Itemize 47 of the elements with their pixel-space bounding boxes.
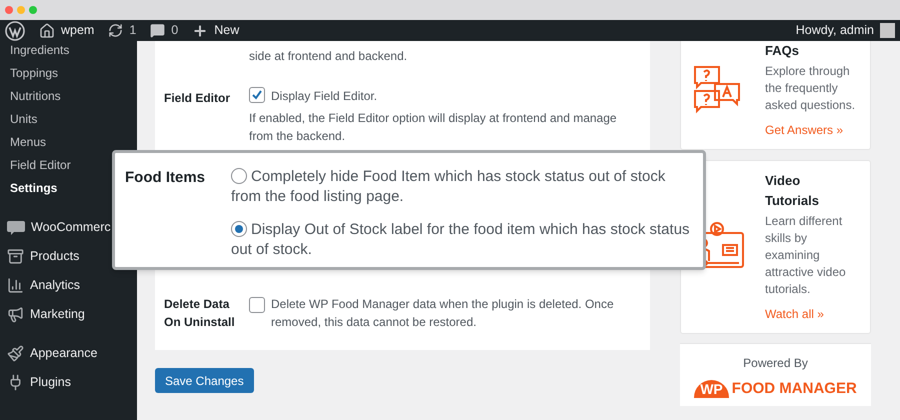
menu-item[interactable]: Plugins — [30, 373, 71, 392]
admin-bar-link[interactable]: 0 — [171, 21, 178, 40]
menu-item[interactable]: Marketing — [30, 305, 85, 324]
radio-button[interactable] — [231, 220, 247, 237]
menu-item[interactable]: Analytics — [30, 276, 80, 295]
save-changes-button[interactable]: Save Changes — [155, 368, 254, 393]
field-label: Delete Data On Uninstall — [164, 296, 236, 331]
card-title: Video Tutorials — [765, 172, 820, 210]
greeting[interactable]: Howdy, admin — [796, 21, 874, 40]
submenu-item[interactable]: Menus — [10, 133, 137, 151]
menu-item[interactable]: WooCommerc — [31, 218, 111, 237]
submenu-item[interactable]: Ingredients — [10, 41, 137, 59]
menu-item[interactable]: Products — [30, 247, 80, 266]
logo-text: FOOD MANAGER — [732, 380, 857, 398]
archive-icon — [7, 248, 24, 265]
radio-button[interactable] — [231, 168, 247, 184]
admin-bar-link[interactable]: New — [214, 21, 240, 40]
field-label: Field Editor — [164, 90, 231, 107]
card-title: FAQs — [765, 42, 800, 60]
radio-option[interactable]: Display Out of Stock label for the food item which has stock status out of stock. — [231, 220, 691, 260]
checkbox-label: Display Field Editor. — [271, 88, 378, 105]
wordpress-logo-icon[interactable] — [5, 20, 25, 40]
paintbrush-icon — [7, 345, 24, 362]
submenu-item[interactable]: Nutritions — [10, 87, 137, 105]
description: If enabled, the Field Editor option will display at frontend and manage from the backend. — [249, 110, 618, 145]
card-text: Learn different skills by examining attractive video tutorials. — [765, 213, 847, 298]
comment-icon — [150, 23, 166, 38]
radio-option[interactable]: Completely hide Food Item which has stock status out of stock from the food listing page. — [231, 167, 691, 207]
card-text: Explore through the frequently asked questions. — [765, 63, 856, 114]
logo-mark: WP — [694, 380, 729, 398]
menu-item[interactable]: Appearance — [30, 344, 98, 363]
refresh-icon — [108, 23, 124, 38]
powered-by-text: Powered By — [743, 355, 808, 372]
description: side at frontend and backend. — [248, 48, 408, 65]
megaphone-icon — [7, 306, 24, 323]
submenu-item[interactable]: Units — [10, 110, 137, 128]
admin-bar-link[interactable]: wpem — [61, 21, 94, 40]
admin-bar-link[interactable]: 1 — [129, 21, 136, 40]
checkbox[interactable] — [249, 297, 265, 313]
checkbox-label: Delete WP Food Manager data when the plugin is deleted. Once removed, this data cannot be restored. — [271, 296, 615, 331]
field-label: Food Items — [125, 168, 206, 188]
plus-icon — [192, 22, 208, 38]
checkbox[interactable] — [249, 87, 265, 103]
home-icon — [39, 22, 55, 38]
bar-chart-icon — [7, 277, 24, 294]
woo-icon — [7, 220, 25, 234]
submenu-item[interactable]: Toppings — [10, 64, 137, 82]
